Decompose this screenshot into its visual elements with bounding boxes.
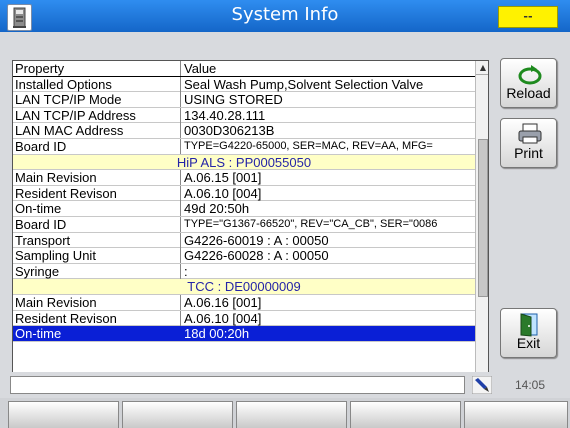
table-row[interactable]: Syringe:	[13, 263, 475, 280]
value-cell: Seal Wash Pump,Solvent Selection Valve	[180, 76, 475, 92]
table-row[interactable]: Transport G4226-60019 : A : 00050	[13, 232, 475, 249]
value-cell: TYPE=G4220-65000, SER=MAC, REV=AA, MFG=	[180, 138, 475, 154]
table-row[interactable]: Main Revision A.06.15 [001]	[13, 170, 475, 186]
section-label: HiP ALS : PP00055050	[176, 154, 312, 170]
value-cell: TYPE="G1367-66520", REV="CA_CB", SER="00…	[180, 216, 475, 232]
reload-icon	[517, 63, 543, 85]
table-row[interactable]: Board ID TYPE=G4220-65000, SER=MAC, REV=A…	[13, 138, 475, 155]
softkey-4[interactable]	[350, 401, 461, 428]
scroll-thumb[interactable]	[478, 139, 488, 297]
value-cell: A.06.15 [001]	[180, 170, 475, 186]
table-row[interactable]: Sampling Unit G4226-60028 : A : 00050	[13, 248, 475, 264]
table-row-selected[interactable]: On-time 18d 00:20h	[13, 326, 475, 342]
property-cell: LAN TCP/IP Mode	[15, 92, 122, 108]
print-label: Print	[514, 145, 543, 161]
property-cell: Board ID	[15, 138, 67, 154]
title-bar: System Info --	[0, 0, 570, 32]
main-panel: Property Value Installed Options Seal Was…	[0, 32, 570, 397]
property-cell: Main Revision	[15, 170, 97, 186]
table-row[interactable]: Resident Revison A.06.10 [004]	[13, 310, 475, 327]
property-cell: Resident Revison	[15, 310, 117, 326]
section-row[interactable]: HiP ALS : PP00055050	[13, 154, 475, 171]
value-cell: 0030D306213B	[180, 123, 475, 139]
column-header-property[interactable]: Property	[15, 61, 165, 76]
reload-label: Reload	[506, 85, 551, 101]
table-body: Property Value Installed Options Seal Was…	[13, 61, 475, 342]
status-bar: 14:05	[0, 372, 570, 398]
property-cell: Installed Options	[15, 76, 112, 92]
table-row[interactable]: Resident Revison A.06.10 [004]	[13, 185, 475, 202]
property-cell: Transport	[15, 232, 71, 248]
property-cell: Resident Revison	[15, 185, 117, 201]
table-row[interactable]: Installed Options Seal Wash Pump,Solvent …	[13, 76, 475, 93]
value-cell: A.06.16 [001]	[180, 294, 475, 310]
property-cell: LAN MAC Address	[15, 123, 124, 139]
window-title: System Info	[231, 4, 339, 25]
table-header: Property Value	[13, 61, 475, 77]
property-cell: Board ID	[15, 216, 67, 232]
softkey-bar	[0, 398, 570, 428]
section-row[interactable]: TCC : DE00000009	[13, 279, 475, 295]
value-cell: 134.40.28.111	[180, 107, 475, 123]
property-cell: On-time	[15, 326, 62, 342]
exit-label: Exit	[516, 335, 541, 351]
print-button[interactable]: Print	[500, 118, 557, 168]
section-label: TCC : DE00000009	[187, 279, 301, 295]
value-cell: A.06.10 [004]	[180, 310, 475, 326]
scroll-up-arrow[interactable]: ▲	[476, 61, 488, 75]
exit-door-icon	[517, 313, 543, 337]
property-cell: LAN TCP/IP Address	[15, 107, 136, 123]
table-row[interactable]: On-time 49d 20:50h	[13, 201, 475, 217]
value-cell: 49d 20:50h	[180, 201, 475, 217]
scrollbar[interactable]: ▲ ▼	[475, 61, 488, 396]
softkey-2[interactable]	[122, 401, 233, 428]
table-row[interactable]: Main Revision A.06.16 [001]	[13, 294, 475, 311]
softkey-5[interactable]	[464, 401, 568, 428]
status-indicator[interactable]: --	[498, 6, 558, 28]
property-cell: Main Revision	[15, 294, 97, 310]
reload-button[interactable]: Reload	[500, 58, 557, 108]
table-row[interactable]: LAN TCP/IP Address 134.40.28.111	[13, 107, 475, 124]
printer-icon	[517, 123, 543, 145]
softkey-3[interactable]	[236, 401, 347, 428]
message-box	[10, 376, 465, 394]
property-cell: Sampling Unit	[15, 248, 96, 264]
column-header-value[interactable]: Value	[180, 61, 475, 76]
value-cell: 18d 00:20h	[180, 326, 475, 342]
value-cell: A.06.10 [004]	[180, 185, 475, 201]
table-row[interactable]: LAN MAC Address 0030D306213B	[13, 123, 475, 139]
property-cell: Syringe	[15, 263, 60, 279]
pen-icon[interactable]	[471, 375, 493, 395]
system-info-table: Property Value Installed Options Seal Was…	[12, 60, 489, 397]
value-cell: G4226-60019 : A : 00050	[180, 232, 475, 248]
exit-button[interactable]: Exit	[500, 308, 557, 358]
table-row[interactable]: LAN TCP/IP Mode USING STORED	[13, 92, 475, 108]
property-cell: On-time	[15, 201, 62, 217]
table-row[interactable]: Board ID TYPE="G1367-66520", REV="CA_CB",…	[13, 216, 475, 233]
softkey-1[interactable]	[8, 401, 119, 428]
clock: 14:05	[514, 378, 546, 392]
value-cell: G4226-60028 : A : 00050	[180, 248, 475, 264]
value-cell: :	[180, 263, 475, 279]
value-cell: USING STORED	[180, 92, 475, 108]
